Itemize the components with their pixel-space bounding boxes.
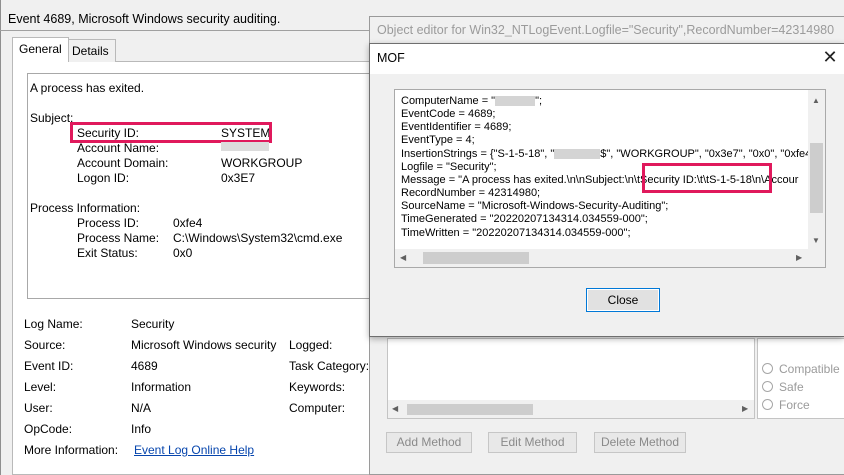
close-icon[interactable]: ✕ <box>819 47 841 69</box>
event-id-label: Event ID: <box>24 359 74 373</box>
process-id-label: Process ID: <box>77 216 140 230</box>
object-editor-title: Object editor for Win32_NTLogEvent.Logfi… <box>377 23 835 37</box>
radio-safe[interactable] <box>762 381 773 392</box>
level-label: Level: <box>24 380 57 394</box>
process-info-header: Process Information: <box>30 201 141 215</box>
opcode-value: Info <box>131 422 152 436</box>
mof-line-source-name: SourceName = "Microsoft-Windows-Security… <box>401 200 669 213</box>
process-id-value: 0xfe4 <box>173 216 203 230</box>
source-value: Microsoft Windows security <box>131 338 277 352</box>
mof-computer-name-end: "; <box>535 95 543 107</box>
edit-method-button[interactable]: Edit Method <box>488 432 577 453</box>
event-log-online-help-link[interactable]: Event Log Online Help <box>134 443 254 457</box>
mof-scroll-right-arrow-icon[interactable]: ▶ <box>796 253 802 262</box>
tab-details[interactable]: Details <box>65 39 116 62</box>
methods-hscroll-thumb[interactable] <box>407 404 533 415</box>
scroll-left-arrow-icon[interactable]: ◀ <box>392 404 398 413</box>
security-id-highlight <box>70 122 272 143</box>
logged-label: Logged: <box>289 338 333 352</box>
insertion-redacted <box>554 148 601 159</box>
account-name-label: Account Name: <box>77 141 160 155</box>
log-name-label: Log Name: <box>24 317 83 331</box>
mof-insertion-strings-a: InsertionStrings = {"S-1-5-18", " <box>401 147 555 160</box>
delete-method-button[interactable]: Delete Method <box>594 432 686 453</box>
source-label: Source: <box>24 338 66 352</box>
process-name-label: Process Name: <box>77 231 160 245</box>
account-domain-label: Account Domain: <box>77 156 169 170</box>
scroll-corner <box>808 249 825 267</box>
mof-line-insertion-strings: InsertionStrings = {"S-1-5-18", " $", "WO… <box>401 148 811 161</box>
mof-hscroll-thumb[interactable] <box>423 252 529 264</box>
account-name-redacted <box>221 142 269 151</box>
close-button[interactable]: Close <box>586 288 660 312</box>
exit-status-label: Exit Status: <box>77 246 138 260</box>
more-info-label: More Information: <box>24 443 119 457</box>
radio-safe-label: Safe <box>779 380 804 394</box>
title-divider <box>0 30 370 31</box>
mof-message-a: Message = "A process has exited.\n\nSubj… <box>401 173 641 186</box>
mof-insertion-strings-b: $", "WORKGROUP", "0x3e7", "0x0", "0xfe4 <box>600 147 812 160</box>
mof-line-time-generated: TimeGenerated = "20220207134314.034559-0… <box>401 213 648 226</box>
scroll-down-arrow-icon[interactable]: ▼ <box>812 236 820 245</box>
mof-line-event-type: EventType = 4; <box>401 134 475 147</box>
radio-force[interactable] <box>762 399 773 410</box>
tab-general[interactable]: General <box>12 37 69 62</box>
mof-line-time-written: TimeWritten = "20220207134314.034559-000… <box>401 226 631 239</box>
log-name-value: Security <box>131 317 175 331</box>
opcode-label: OpCode: <box>24 422 73 436</box>
computer-name-redacted <box>495 96 536 107</box>
mof-line-computer-name: ComputerName = " "; <box>401 95 811 108</box>
mof-title: MOF <box>377 51 405 65</box>
radio-compatible-label: Compatible <box>779 362 840 376</box>
mof-line-event-identifier: EventIdentifier = 4689; <box>401 121 512 134</box>
add-method-button[interactable]: Add Method <box>386 432 472 453</box>
scroll-right-arrow-icon[interactable]: ▶ <box>742 404 748 413</box>
radio-force-label: Force <box>779 398 810 412</box>
account-domain-value: WORKGROUP <box>221 156 303 170</box>
event-window-title: Event 4689, Microsoft Windows security a… <box>8 12 281 26</box>
exit-status-value: 0x0 <box>173 246 193 260</box>
event-message-box[interactable] <box>27 73 370 299</box>
level-value: Information <box>131 380 192 394</box>
task-category-label: Task Category: <box>289 359 370 373</box>
mof-scroll-left-arrow-icon[interactable]: ◀ <box>400 253 406 262</box>
computer-label: Computer: <box>289 401 346 415</box>
mof-vscroll-thumb[interactable] <box>810 143 823 213</box>
scroll-up-arrow-icon[interactable]: ▲ <box>812 96 820 105</box>
user-value: N/A <box>131 401 152 415</box>
user-label: User: <box>24 401 53 415</box>
event-id-value: 4689 <box>131 359 158 373</box>
subject-header: Subject: <box>30 111 74 125</box>
logon-id-value: 0x3E7 <box>221 171 256 185</box>
process-name-value: C:\Windows\System32\cmd.exe <box>173 231 343 245</box>
keywords-label: Keywords: <box>289 380 346 394</box>
mof-line-event-code: EventCode = 4689; <box>401 108 496 121</box>
message-intro: A process has exited. <box>30 81 145 95</box>
radio-compatible[interactable] <box>762 363 773 374</box>
mof-titlebar <box>370 44 844 74</box>
message-security-id-highlight <box>642 163 772 193</box>
mof-computer-name-key: ComputerName = " <box>401 95 496 107</box>
logon-id-label: Logon ID: <box>77 171 130 185</box>
